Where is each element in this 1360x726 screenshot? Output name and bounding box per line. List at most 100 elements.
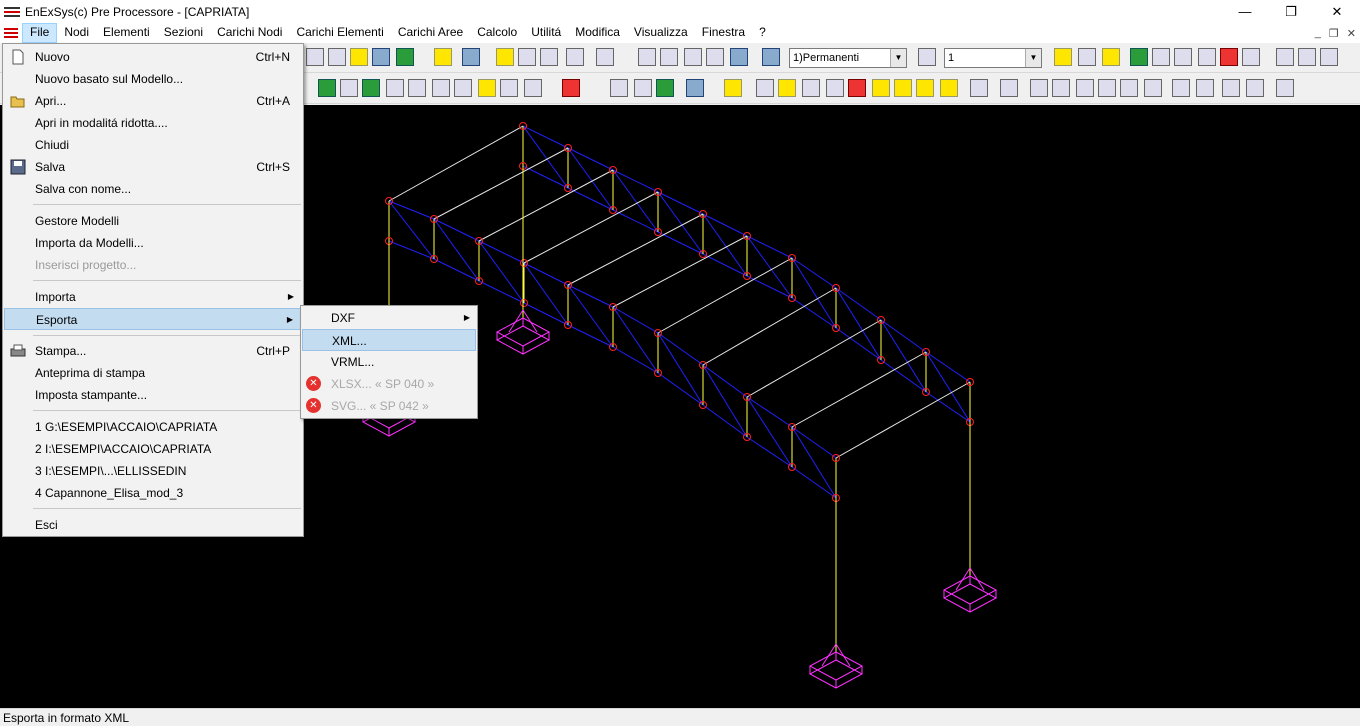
line-tool-icon[interactable] — [1000, 79, 1018, 97]
truss6-tool-icon[interactable] — [1030, 79, 1048, 97]
menu-calcolo[interactable]: Calcolo — [470, 23, 524, 43]
menu-item-apri-ridotta[interactable]: Apri in modalitá ridotta.... — [4, 112, 302, 134]
load-tool-icon[interactable] — [778, 79, 796, 97]
truss2-tool-icon[interactable] — [660, 48, 678, 66]
help-icon[interactable] — [1054, 48, 1072, 66]
load6-tool-icon[interactable] — [894, 79, 912, 97]
load4-tool-icon[interactable] — [848, 79, 866, 97]
menu-item-recent-2[interactable]: 2 I:\ESEMPI\ACCAIO\CAPRIATA — [4, 438, 302, 460]
mesh-tool-icon[interactable] — [518, 48, 536, 66]
rotate-tool-icon[interactable] — [756, 79, 774, 97]
check-icon[interactable] — [1276, 79, 1294, 97]
load5-tool-icon[interactable] — [872, 79, 890, 97]
menu-visualizza[interactable]: Visualizza — [627, 23, 695, 43]
truss7-tool-icon[interactable] — [1052, 79, 1070, 97]
menu-finestra[interactable]: Finestra — [695, 23, 752, 43]
load7-tool-icon[interactable] — [916, 79, 934, 97]
submenu-item-dxf[interactable]: DXF ▶ — [302, 307, 476, 329]
dim3-tool-icon[interactable] — [1320, 48, 1338, 66]
menu-item-importa-modelli[interactable]: Importa da Modelli... — [4, 232, 302, 254]
color-tool-icon[interactable] — [396, 48, 414, 66]
box-tool-icon[interactable] — [340, 79, 358, 97]
menu-item-stampa[interactable]: Stampa... Ctrl+P — [4, 340, 302, 362]
wall-tool-icon[interactable] — [1172, 79, 1190, 97]
restore-button[interactable]: ❐ — [1268, 0, 1314, 23]
menu-sezioni[interactable]: Sezioni — [157, 23, 210, 43]
element-tool-icon[interactable] — [328, 48, 346, 66]
section-tool-icon[interactable] — [372, 48, 390, 66]
cube-tool-icon[interactable] — [634, 79, 652, 97]
axes-view-icon[interactable] — [1242, 48, 1260, 66]
dim2-tool-icon[interactable] — [1298, 48, 1316, 66]
truss8-tool-icon[interactable] — [1076, 79, 1094, 97]
deform-view-icon[interactable] — [1220, 48, 1238, 66]
column-tool-icon[interactable] — [362, 79, 380, 97]
step-icon[interactable] — [918, 48, 936, 66]
menu-item-chiudi[interactable]: Chiudi — [4, 134, 302, 156]
menu-item-salva-con-nome[interactable]: Salva con nome... — [4, 178, 302, 200]
minimize-button[interactable]: — — [1222, 0, 1268, 23]
menu-item-gestore-modelli[interactable]: Gestore Modelli — [4, 210, 302, 232]
close-button[interactable]: ✕ — [1314, 0, 1360, 23]
load-case-icon[interactable] — [762, 48, 780, 66]
menu-item-importa[interactable]: Importa ▶ — [4, 286, 302, 308]
menu-item-nuovo[interactable]: Nuovo Ctrl+N — [4, 46, 302, 68]
menu-help[interactable]: ? — [752, 23, 773, 43]
dim-tool-icon[interactable] — [1276, 48, 1294, 66]
solid-view-icon[interactable] — [1130, 48, 1148, 66]
triangle2-tool-icon[interactable] — [432, 79, 450, 97]
mdi-restore-button[interactable]: ❐ — [1329, 27, 1339, 40]
node-tool-icon[interactable] — [306, 48, 324, 66]
plate-tool-icon[interactable] — [386, 79, 404, 97]
beam-tool-icon[interactable] — [540, 48, 558, 66]
frame2-tool-icon[interactable] — [610, 79, 628, 97]
view-tool-icon[interactable] — [596, 48, 614, 66]
menu-carichi-elementi[interactable]: Carichi Elementi — [289, 23, 390, 43]
menu-carichi-nodi[interactable]: Carichi Nodi — [210, 23, 289, 43]
delete-tool-icon[interactable] — [562, 79, 580, 97]
ibeam-tool-icon[interactable] — [686, 79, 704, 97]
menu-item-imposta-stampante[interactable]: Imposta stampante... — [4, 384, 302, 406]
truss9-tool-icon[interactable] — [1098, 79, 1116, 97]
menu-item-anteprima[interactable]: Anteprima di stampa — [4, 362, 302, 384]
mdi-close-button[interactable]: ✕ — [1347, 27, 1356, 40]
menu-utilita[interactable]: Utilitá — [524, 23, 568, 43]
step-select[interactable]: 1 ▼ — [944, 48, 1042, 68]
paint-tool-icon[interactable] — [434, 48, 452, 66]
load-case-select[interactable]: 1)Permanenti ▼ — [789, 48, 907, 68]
brush-tool-icon[interactable] — [524, 79, 542, 97]
document-menu-icon[interactable] — [0, 23, 22, 43]
menu-modifica[interactable]: Modifica — [568, 23, 627, 43]
menu-item-salva[interactable]: Salva Ctrl+S — [4, 156, 302, 178]
menu-item-apri[interactable]: Apri... Ctrl+A — [4, 90, 302, 112]
grid-view-icon[interactable] — [1198, 48, 1216, 66]
snap-tool-icon[interactable] — [970, 79, 988, 97]
menu-item-recent-1[interactable]: 1 G:\ESEMPI\ACCAIO\CAPRIATA — [4, 416, 302, 438]
rect-tool-icon[interactable] — [478, 79, 496, 97]
info-icon[interactable] — [1102, 48, 1120, 66]
frame-view-icon[interactable] — [1174, 48, 1192, 66]
menu-file[interactable]: File — [22, 23, 58, 43]
submenu-item-vrml[interactable]: VRML... — [302, 351, 476, 373]
menu-carichi-aree[interactable]: Carichi Aree — [391, 23, 470, 43]
menu-item-nuovo-modello[interactable]: Nuovo basato sul Modello... — [4, 68, 302, 90]
load3-tool-icon[interactable] — [826, 79, 844, 97]
stack-tool-icon[interactable] — [656, 79, 674, 97]
support-tool-icon[interactable] — [318, 79, 336, 97]
truss-tool-icon[interactable] — [638, 48, 656, 66]
refresh-icon[interactable] — [462, 48, 480, 66]
frame-tool-icon[interactable] — [566, 48, 584, 66]
load8-tool-icon[interactable] — [940, 79, 958, 97]
submenu-item-xml[interactable]: XML... — [302, 329, 476, 351]
load2-tool-icon[interactable] — [802, 79, 820, 97]
edit-tool-icon[interactable] — [496, 48, 514, 66]
grid-tool-icon[interactable] — [350, 48, 368, 66]
menu-nodi[interactable]: Nodi — [57, 23, 96, 43]
edit2-tool-icon[interactable] — [1222, 79, 1240, 97]
arc-tool-icon[interactable] — [1196, 79, 1214, 97]
triangle-tool-icon[interactable] — [408, 79, 426, 97]
grid3-tool-icon[interactable] — [1120, 79, 1138, 97]
menu-elementi[interactable]: Elementi — [96, 23, 157, 43]
menu-item-esporta[interactable]: Esporta ▶ — [4, 308, 302, 330]
wire-view-icon[interactable] — [1152, 48, 1170, 66]
